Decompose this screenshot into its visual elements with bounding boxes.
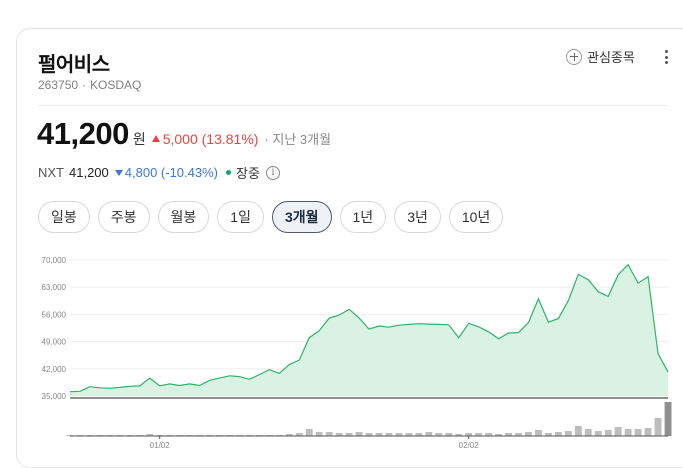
volume-bar (355, 432, 363, 436)
volume-bar (425, 432, 433, 436)
volume-bar (574, 426, 582, 436)
volume-bar (535, 430, 542, 436)
y-axis-labels: 70,000 63,000 56,000 49,000 42,000 35,000 (42, 256, 67, 401)
volume-bar (315, 432, 323, 436)
volume-bar (564, 431, 572, 436)
volume-bar (525, 432, 532, 436)
volume-bar (305, 429, 313, 436)
x-axis-labels: 01/0202/0203/03 (150, 436, 480, 450)
volume-bar (325, 432, 333, 436)
y-tick-label: 42,000 (42, 365, 67, 374)
volume-bar (554, 432, 562, 436)
y-tick-label: 63,000 (42, 283, 67, 292)
y-tick-label: 49,000 (42, 338, 67, 347)
y-tick-label: 35,000 (42, 392, 67, 401)
volume-bar (584, 429, 592, 436)
volume-bar (654, 418, 662, 436)
price-area (70, 264, 668, 396)
volume-bar (624, 429, 632, 436)
price-chart[interactable]: 70,000 63,000 56,000 49,000 42,000 35,000 01/… (0, 0, 683, 454)
y-tick-label: 56,000 (42, 310, 67, 319)
volume-bar (634, 429, 642, 436)
volume-bar (644, 428, 652, 436)
volume-bar (604, 430, 612, 436)
volume-bars (66, 402, 672, 436)
volume-bar (614, 427, 622, 436)
volume-bar (664, 402, 672, 436)
y-tick-label: 70,000 (42, 256, 67, 265)
x-tick-label: 02/02 (459, 441, 480, 450)
x-tick-label: 01/02 (150, 441, 171, 450)
volume-bar (594, 431, 602, 436)
